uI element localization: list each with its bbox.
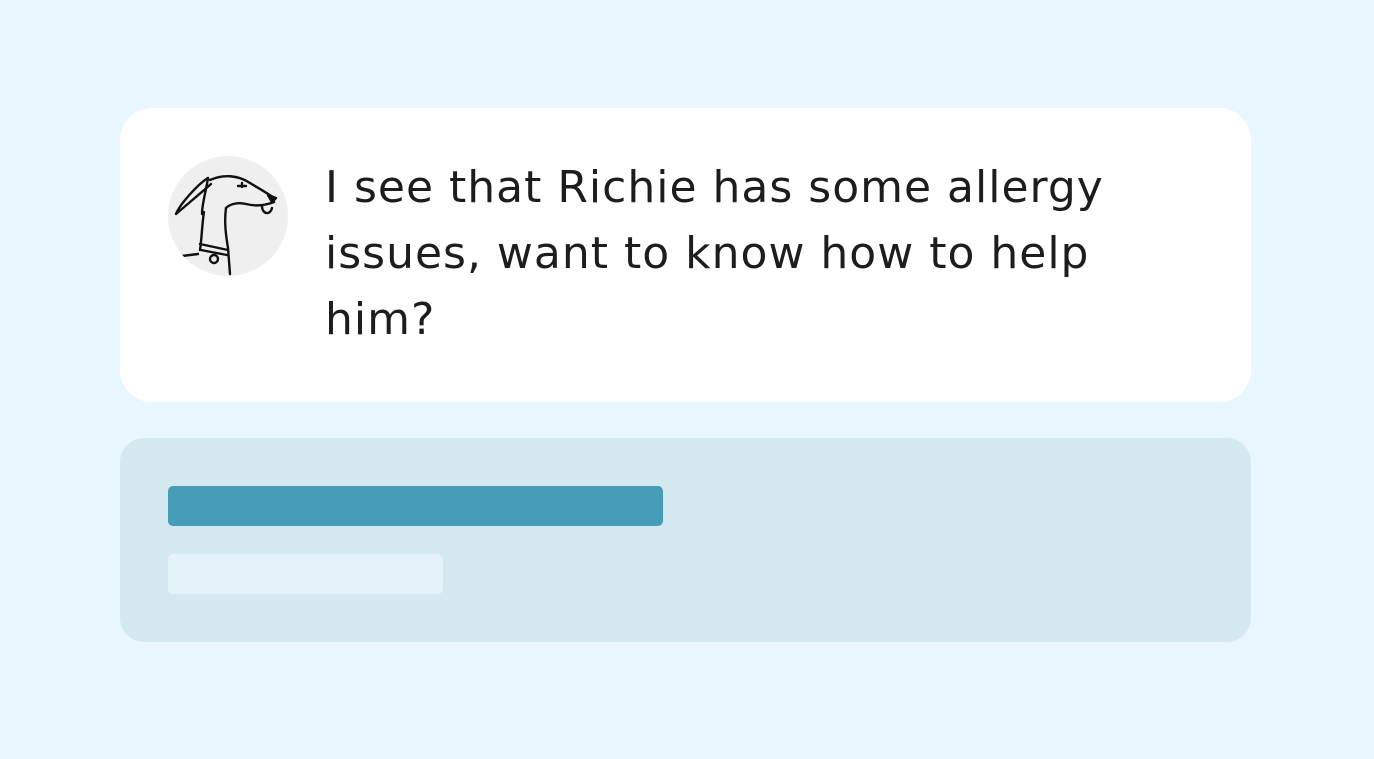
chat-message-text: I see that Richie has some allergy issue… — [325, 162, 1104, 345]
skeleton-bar-secondary — [168, 554, 443, 594]
skeleton-bar-primary — [168, 486, 663, 526]
dog-mascot-icon — [174, 175, 278, 276]
chat-message-card: I see that Richie has some allergy issue… — [120, 108, 1251, 402]
skeleton-reply-card — [120, 438, 1251, 642]
dog-mascot-avatar — [168, 156, 288, 276]
